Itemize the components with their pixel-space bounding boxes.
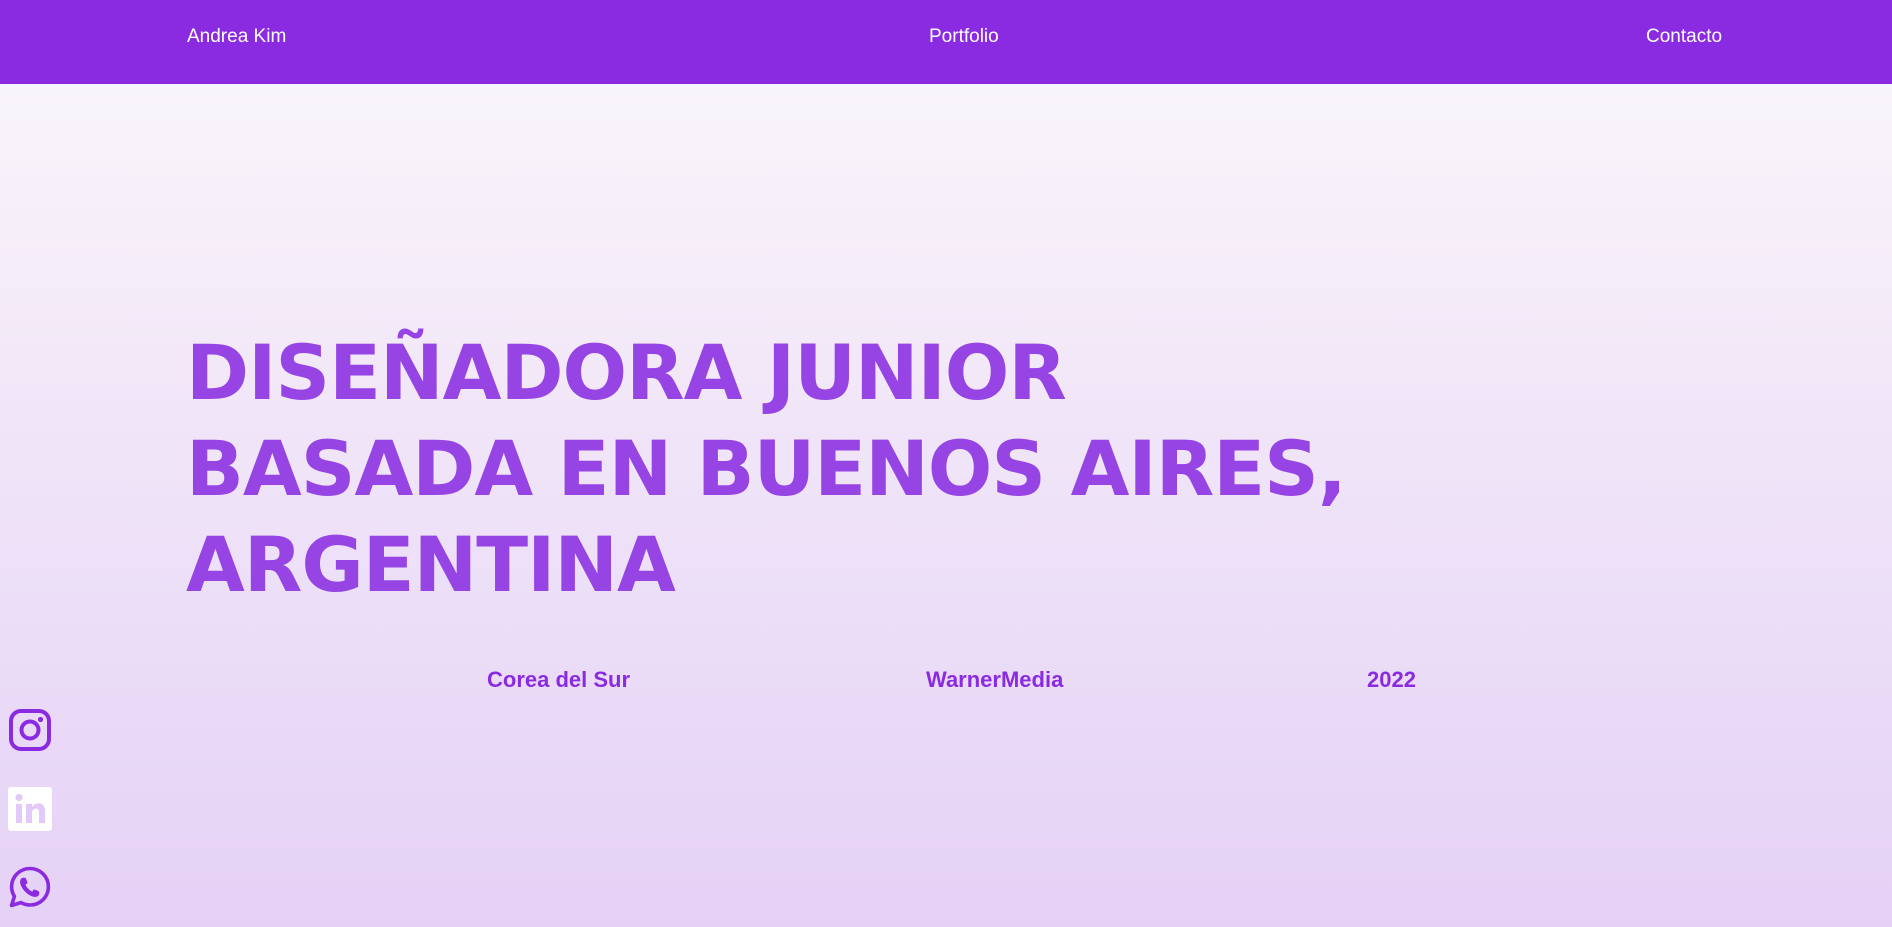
hero-headline: DISEÑADORA JUNIOR BASADA EN BUENOS AIRES… [186, 325, 1586, 613]
linkedin-icon[interactable] [8, 787, 52, 831]
brand-link[interactable]: Andrea Kim [187, 26, 286, 48]
whatsapp-icon[interactable] [8, 865, 52, 909]
top-navigation-bar: Andrea Kim Portfolio Contacto [0, 0, 1892, 84]
nav-link-contact[interactable]: Contacto [1646, 26, 1722, 48]
nav-link-portfolio[interactable]: Portfolio [929, 26, 999, 48]
whatsapp-icon-graphic [9, 866, 51, 908]
year-text: 2022 [1367, 667, 1416, 692]
hero-headline-line-2: BASADA EN BUENOS AIRES, [186, 424, 1347, 513]
hero-headline-line-1: DISEÑADORA JUNIOR [186, 328, 1067, 417]
location-text: Corea del Sur [487, 667, 631, 692]
instagram-icon[interactable] [8, 708, 52, 752]
company-text: WarnerMedia [926, 667, 1064, 692]
info-row: Corea del Sur WarnerMedia 2022 [0, 667, 1892, 697]
hero-headline-line-3: ARGENTINA [186, 520, 676, 609]
linkedin-icon-graphic [8, 787, 52, 831]
instagram-icon-graphic [9, 709, 51, 751]
